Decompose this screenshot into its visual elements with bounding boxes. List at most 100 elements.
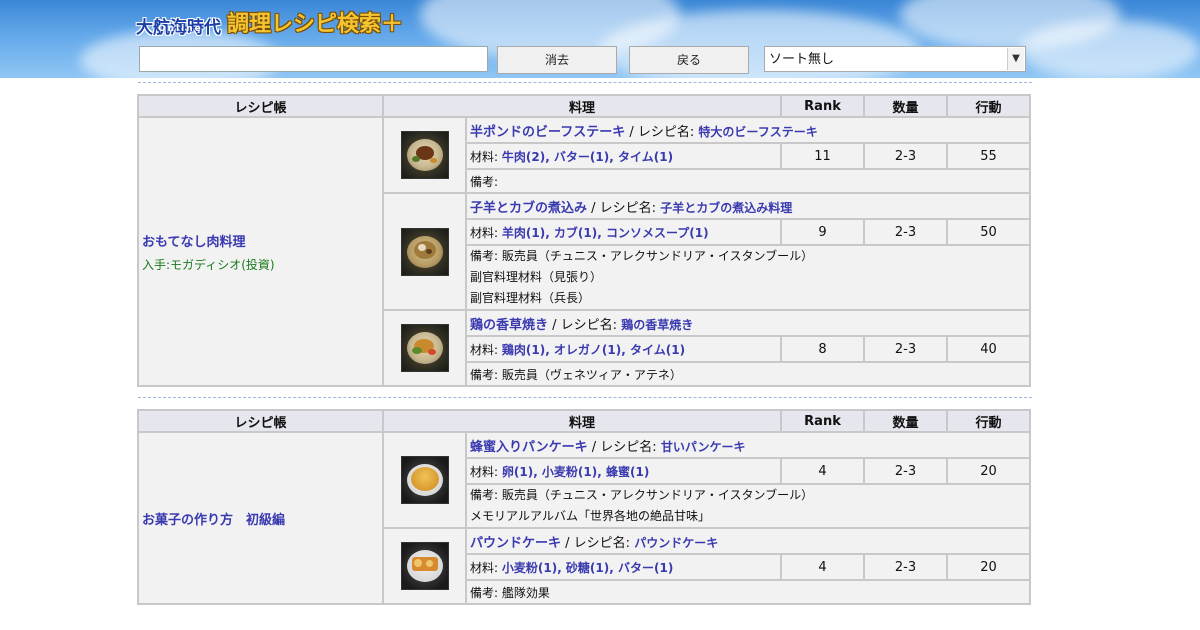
header-quantity: 数量: [863, 409, 948, 433]
notes-text: 販売員（チュニス・アレクサンドリア・イスタンブール）: [501, 249, 814, 263]
dish-title-cell: 鶏の香草焼き / レシピ名: 鶏の香草焼き: [465, 309, 1031, 337]
recipe-book-name[interactable]: お菓子の作り方 初級編: [142, 509, 379, 528]
recipe-name-prefix: / レシピ名:: [591, 200, 657, 216]
notes-prefix: 備考:: [470, 174, 499, 189]
recipe-name[interactable]: 甘いパンケーキ: [661, 440, 746, 454]
recipe-book-name[interactable]: おもてなし肉料理: [142, 231, 379, 250]
clear-button[interactable]: 消去: [497, 46, 617, 74]
materials-cell: 材料: 羊肉(1), カブ(1), コンソメスープ(1): [465, 218, 782, 246]
search-input[interactable]: [139, 46, 488, 72]
recipe-book-cell: おもてなし肉料理 入手:モガディシオ(投資): [137, 116, 384, 387]
site-logo[interactable]: 大航海時代 Online 調理レシピ検索＋: [136, 4, 403, 38]
materials-prefix: 材料:: [470, 149, 499, 164]
notes-cell: 備考: 艦隊効果: [465, 579, 1031, 605]
materials-list[interactable]: 羊肉(1), カブ(1), コンソメスープ(1): [502, 226, 709, 240]
recipe-name[interactable]: 特大のビーフステーキ: [698, 125, 817, 139]
site-header: 大航海時代 Online 調理レシピ検索＋ 消去 戻る ソート無し ▼: [0, 0, 1200, 78]
stew-dish-image: [400, 227, 449, 276]
recipe-name-prefix: / レシピ名:: [552, 317, 618, 333]
rank-value: 9: [780, 218, 865, 246]
notes-extra-line: 副官料理材料（兵長）: [470, 291, 591, 305]
rank-value: 4: [780, 457, 865, 485]
materials-prefix: 材料:: [470, 342, 499, 357]
materials-list[interactable]: 牛肉(2), バター(1), タイム(1): [502, 150, 673, 164]
notes-cell: 備考:: [465, 168, 1031, 194]
recipe-table: レシピ帳 料理 Rank 数量 行動 おもてなし肉料理 入手:モガディシオ(投資…: [137, 94, 1031, 387]
recipe-book-cell: お菓子の作り方 初級編: [137, 431, 384, 605]
header-rank: Rank: [780, 409, 865, 433]
rank-value: 8: [780, 335, 865, 363]
notes-text: 販売員（チュニス・アレクサンドリア・イスタンブール）: [501, 488, 814, 502]
dish-name[interactable]: 半ポンドのビーフステーキ: [470, 125, 625, 140]
dish-name[interactable]: 蜂蜜入りパンケーキ: [470, 440, 588, 455]
materials-list[interactable]: 小麦粉(1), 砂糖(1), バター(1): [502, 561, 673, 575]
dish-image-cell: [382, 527, 467, 605]
recipe-name[interactable]: 子羊とカブの煮込み料理: [660, 201, 792, 215]
dish-title-cell: パウンドケーキ / レシピ名: パウンドケーキ: [465, 527, 1031, 555]
quantity-value: 2-3: [863, 335, 948, 363]
notes-cell: 備考: 販売員（チュニス・アレクサンドリア・イスタンブール） メモリアルアルバム…: [465, 483, 1031, 529]
quantity-value: 2-3: [863, 457, 948, 485]
recipe-name[interactable]: パウンドケーキ: [634, 536, 718, 550]
notes-prefix: 備考:: [470, 367, 499, 382]
notes-text: 販売員（ヴェネツィア・アテネ）: [501, 367, 682, 382]
steak-dish-image: [400, 131, 449, 179]
action-value: 55: [946, 142, 1031, 170]
dish-title-cell: 子羊とカブの煮込み / レシピ名: 子羊とカブの煮込み料理: [465, 192, 1031, 220]
notes-text: 艦隊効果: [501, 585, 550, 600]
sort-selected-value: ソート無し: [769, 52, 835, 67]
dish-image-cell: [382, 192, 467, 311]
materials-cell: 材料: 鶏肉(1), オレガノ(1), タイム(1): [465, 335, 782, 363]
notes-extra-line: メモリアルアルバム「世界各地の絶品甘味」: [470, 509, 711, 523]
notes-line: 備考: 販売員（チュニス・アレクサンドリア・イスタンブール）: [470, 246, 1026, 267]
chevron-down-icon[interactable]: ▼: [1007, 48, 1024, 70]
materials-list[interactable]: 卵(1), 小麦粉(1), 蜂蜜(1): [502, 465, 649, 479]
sort-select[interactable]: ソート無し ▼: [764, 46, 1026, 72]
header-book: レシピ帳: [137, 94, 384, 118]
materials-cell: 材料: 卵(1), 小麦粉(1), 蜂蜜(1): [465, 457, 782, 485]
rank-value: 11: [780, 142, 865, 170]
dish-title-cell: 半ポンドのビーフステーキ / レシピ名: 特大のビーフステーキ: [465, 116, 1031, 144]
rank-value: 4: [780, 553, 865, 581]
quantity-value: 2-3: [863, 142, 948, 170]
recipe-name-prefix: / レシピ名:: [591, 439, 657, 455]
materials-cell: 材料: 牛肉(2), バター(1), タイム(1): [465, 142, 782, 170]
action-value: 40: [946, 335, 1031, 363]
pancake-dish-image: [400, 456, 449, 504]
materials-prefix: 材料:: [470, 464, 499, 479]
header-action: 行動: [946, 94, 1031, 118]
table-header-row: レシピ帳 料理 Rank 数量 行動: [137, 409, 1031, 433]
poundcake-dish-image: [400, 542, 449, 590]
recipe-table: レシピ帳 料理 Rank 数量 行動 お菓子の作り方 初級編 蜂蜜入りパンケーキ…: [137, 409, 1031, 605]
recipe-name[interactable]: 鶏の香草焼き: [621, 318, 693, 332]
notes-cell: 備考: 販売員（チュニス・アレクサンドリア・イスタンブール） 副官料理材料（見張…: [465, 244, 1031, 311]
chicken-dish-image: [400, 324, 449, 372]
table-header-row: レシピ帳 料理 Rank 数量 行動: [137, 94, 1031, 118]
quantity-value: 2-3: [863, 218, 948, 246]
dish-name[interactable]: パウンドケーキ: [470, 536, 561, 551]
materials-cell: 材料: 小麦粉(1), 砂糖(1), バター(1): [465, 553, 782, 581]
quantity-value: 2-3: [863, 553, 948, 581]
back-button[interactable]: 戻る: [629, 46, 749, 74]
dish-image-cell: [382, 116, 467, 194]
header-book: レシピ帳: [137, 409, 384, 433]
search-toolbar: 消去 戻る ソート無し ▼: [139, 46, 1029, 74]
header-dish: 料理: [382, 409, 782, 433]
notes-prefix: 備考:: [470, 249, 499, 263]
action-value: 20: [946, 553, 1031, 581]
notes-cell: 備考: 販売員（ヴェネツィア・アテネ）: [465, 361, 1031, 387]
logo-title-text: 調理レシピ検索＋: [227, 11, 404, 37]
header-quantity: 数量: [863, 94, 948, 118]
header-dish: 料理: [382, 94, 782, 118]
materials-list[interactable]: 鶏肉(1), オレガノ(1), タイム(1): [502, 343, 685, 357]
dish-name[interactable]: 子羊とカブの煮込み: [470, 201, 587, 216]
recipe-name-prefix: / レシピ名:: [565, 535, 631, 551]
dish-image-cell: [382, 431, 467, 529]
action-value: 50: [946, 218, 1031, 246]
dish-name[interactable]: 鶏の香草焼き: [470, 318, 548, 333]
dish-image-cell: [382, 309, 467, 387]
table-row: おもてなし肉料理 入手:モガディシオ(投資) 半ポンドのビーフステーキ / レシ…: [137, 116, 1031, 387]
action-value: 20: [946, 457, 1031, 485]
table-row: お菓子の作り方 初級編 蜂蜜入りパンケーキ / レシピ名: 甘いパンケーキ: [137, 431, 1031, 605]
header-rank: Rank: [780, 94, 865, 118]
